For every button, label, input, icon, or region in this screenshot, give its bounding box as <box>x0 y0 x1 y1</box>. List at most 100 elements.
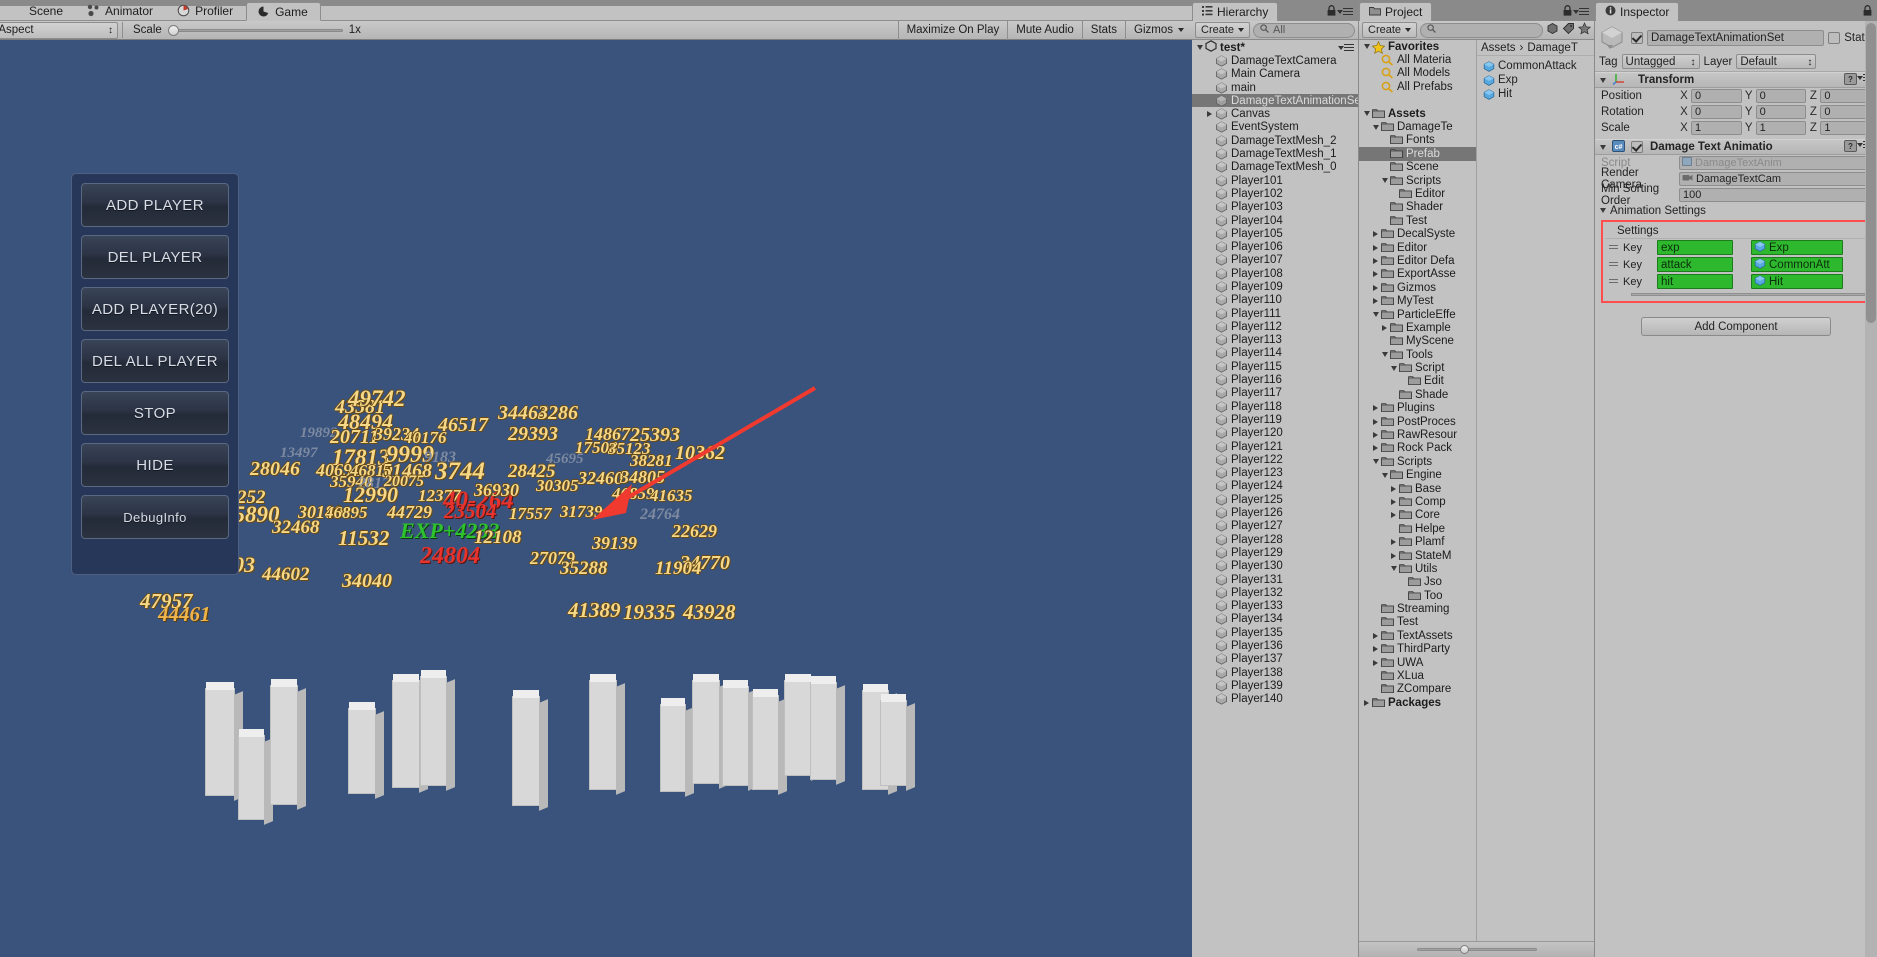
project-tree-item[interactable]: Editor <box>1359 187 1476 200</box>
chevron-right-icon[interactable] <box>1361 700 1372 706</box>
hierarchy-item-player127[interactable]: Player127 <box>1192 520 1358 533</box>
gizmos-button[interactable]: Gizmos <box>1125 20 1192 40</box>
tab-inspector[interactable]: Inspector <box>1595 2 1680 21</box>
key-prefab-field[interactable]: Hit <box>1751 274 1843 289</box>
project-tree-item[interactable]: All Prefabs <box>1359 80 1476 93</box>
project-tree-item[interactable]: DecalSyste <box>1359 227 1476 240</box>
hierarchy-item-player123[interactable]: Player123 <box>1192 467 1358 480</box>
project-menu-icon[interactable] <box>1573 7 1589 16</box>
tag-dropdown[interactable]: Untagged <box>1621 54 1700 69</box>
project-tree-item[interactable]: Scene <box>1359 161 1476 174</box>
hierarchy-item-player117[interactable]: Player117 <box>1192 387 1358 400</box>
project-tree-item[interactable]: Gizmos <box>1359 281 1476 294</box>
hierarchy-tree[interactable]: test* DamageTextCamera Main Camera main Dam… <box>1192 40 1358 957</box>
hierarchy-item-main[interactable]: main <box>1192 81 1358 94</box>
project-tree-item[interactable]: Shade <box>1359 388 1476 401</box>
chevron-down-icon[interactable] <box>1361 111 1372 116</box>
hierarchy-item-player118[interactable]: Player118 <box>1192 400 1358 413</box>
key-name-field[interactable]: attack <box>1657 257 1733 272</box>
help-icon[interactable]: ? <box>1844 72 1857 88</box>
chevron-down-icon[interactable] <box>1597 208 1608 213</box>
debug-info-button[interactable]: DebugInfo <box>81 495 229 539</box>
chevron-right-icon[interactable] <box>1370 633 1381 639</box>
project-tree-item[interactable]: Tools <box>1359 348 1476 361</box>
transform-component-header[interactable]: Transform ? <box>1595 72 1877 88</box>
hierarchy-item-player129[interactable]: Player129 <box>1192 546 1358 559</box>
chevron-down-icon[interactable] <box>1370 459 1381 464</box>
hierarchy-create-button[interactable]: Create <box>1195 22 1251 38</box>
project-tree-item[interactable]: Jso <box>1359 576 1476 589</box>
chevron-right-icon[interactable] <box>1388 512 1399 518</box>
breadcrumb-assets[interactable]: Assets <box>1481 42 1516 54</box>
hierarchy-item-player105[interactable]: Player105 <box>1192 227 1358 240</box>
help-icon[interactable]: ? <box>1844 139 1857 155</box>
chevron-right-icon[interactable] <box>1379 325 1390 331</box>
project-tree-item[interactable]: Plugins <box>1359 402 1476 415</box>
add-component-button[interactable]: Add Component <box>1641 317 1831 336</box>
hierarchy-item-player139[interactable]: Player139 <box>1192 679 1358 692</box>
project-tree-item[interactable]: UWA <box>1359 656 1476 669</box>
hierarchy-item-player103[interactable]: Player103 <box>1192 201 1358 214</box>
hierarchy-item-damagetextmesh-1[interactable]: DamageTextMesh_1 <box>1192 147 1358 160</box>
hide-button[interactable]: HIDE <box>81 443 229 487</box>
hierarchy-item-player124[interactable]: Player124 <box>1192 480 1358 493</box>
hierarchy-item-player126[interactable]: Player126 <box>1192 506 1358 519</box>
hierarchy-item-main-camera[interactable]: Main Camera <box>1192 68 1358 81</box>
project-asset-item[interactable]: Hit <box>1477 87 1594 101</box>
tab-game[interactable]: Game <box>246 2 321 21</box>
hierarchy-item-player134[interactable]: Player134 <box>1192 613 1358 626</box>
hierarchy-item-player122[interactable]: Player122 <box>1192 453 1358 466</box>
drag-handle-icon[interactable] <box>1608 277 1619 286</box>
project-tree-item[interactable]: Edit <box>1359 375 1476 388</box>
chevron-right-icon[interactable] <box>1370 258 1381 264</box>
hierarchy-item-player135[interactable]: Player135 <box>1192 626 1358 639</box>
filter-favorite-icon[interactable] <box>1577 22 1592 38</box>
hierarchy-item-player113[interactable]: Player113 <box>1192 334 1358 347</box>
stop-button[interactable]: STOP <box>81 391 229 435</box>
chevron-right-icon[interactable] <box>1388 539 1399 545</box>
add-player-button[interactable]: ADD PLAYER <box>81 183 229 227</box>
project-tree-item[interactable]: Test <box>1359 616 1476 629</box>
project-tree-item[interactable]: Core <box>1359 509 1476 522</box>
hierarchy-item-player112[interactable]: Player112 <box>1192 320 1358 333</box>
hierarchy-item-player140[interactable]: Player140 <box>1192 693 1358 706</box>
tab-hierarchy[interactable]: Hierarchy <box>1192 2 1279 21</box>
project-tree-item[interactable]: Too <box>1359 589 1476 602</box>
chevron-right-icon[interactable] <box>1388 499 1399 505</box>
chevron-down-icon[interactable] <box>1379 473 1390 478</box>
project-tree-item[interactable]: Engine <box>1359 469 1476 482</box>
project-tree[interactable]: Favorites All Materia All Models All Prefab… <box>1359 40 1477 941</box>
del-player-button[interactable]: DEL PLAYER <box>81 235 229 279</box>
project-tree-item[interactable]: Comp <box>1359 495 1476 508</box>
hierarchy-item-player116[interactable]: Player116 <box>1192 373 1358 386</box>
list-size-handle[interactable] <box>1631 292 1867 296</box>
project-zoom-slider[interactable] <box>1359 941 1594 957</box>
maximize-on-play-button[interactable]: Maximize On Play <box>897 20 1008 40</box>
transform-scale-y-field[interactable]: 1 <box>1755 121 1807 135</box>
hierarchy-item-player101[interactable]: Player101 <box>1192 174 1358 187</box>
damage-text-animation-component-header[interactable]: c# Damage Text Animatio ? <box>1595 139 1877 155</box>
project-tree-item[interactable]: Shader <box>1359 201 1476 214</box>
chevron-right-icon[interactable] <box>1388 486 1399 492</box>
transform-position-z-field[interactable]: 0 <box>1820 89 1872 103</box>
lock-icon[interactable] <box>1563 4 1572 19</box>
breadcrumb-damagetext[interactable]: DamageT <box>1527 42 1578 54</box>
inspector-scrollbar[interactable] <box>1865 21 1877 957</box>
key-prefab-field[interactable]: CommonAtt <box>1751 257 1843 272</box>
hierarchy-item-player109[interactable]: Player109 <box>1192 280 1358 293</box>
project-tree-item[interactable]: Favorites <box>1359 40 1476 54</box>
hierarchy-item-player128[interactable]: Player128 <box>1192 533 1358 546</box>
tab-animator[interactable]: Animator <box>76 1 166 20</box>
chevron-down-icon[interactable] <box>1379 178 1390 183</box>
key-name-field[interactable]: hit <box>1657 274 1733 289</box>
hierarchy-item-player110[interactable]: Player110 <box>1192 294 1358 307</box>
chevron-down-icon[interactable] <box>1388 366 1399 371</box>
hierarchy-item-player131[interactable]: Player131 <box>1192 573 1358 586</box>
hierarchy-item-player132[interactable]: Player132 <box>1192 586 1358 599</box>
project-tree-item[interactable]: Prefab <box>1359 147 1476 161</box>
hierarchy-item-damagetextanimationset[interactable]: DamageTextAnimationSet <box>1192 94 1358 108</box>
project-tree-item[interactable]: All Materia <box>1359 53 1476 66</box>
object-enabled-checkbox[interactable] <box>1631 32 1643 44</box>
chevron-down-icon[interactable] <box>1361 44 1372 49</box>
hierarchy-item-player111[interactable]: Player111 <box>1192 307 1358 320</box>
